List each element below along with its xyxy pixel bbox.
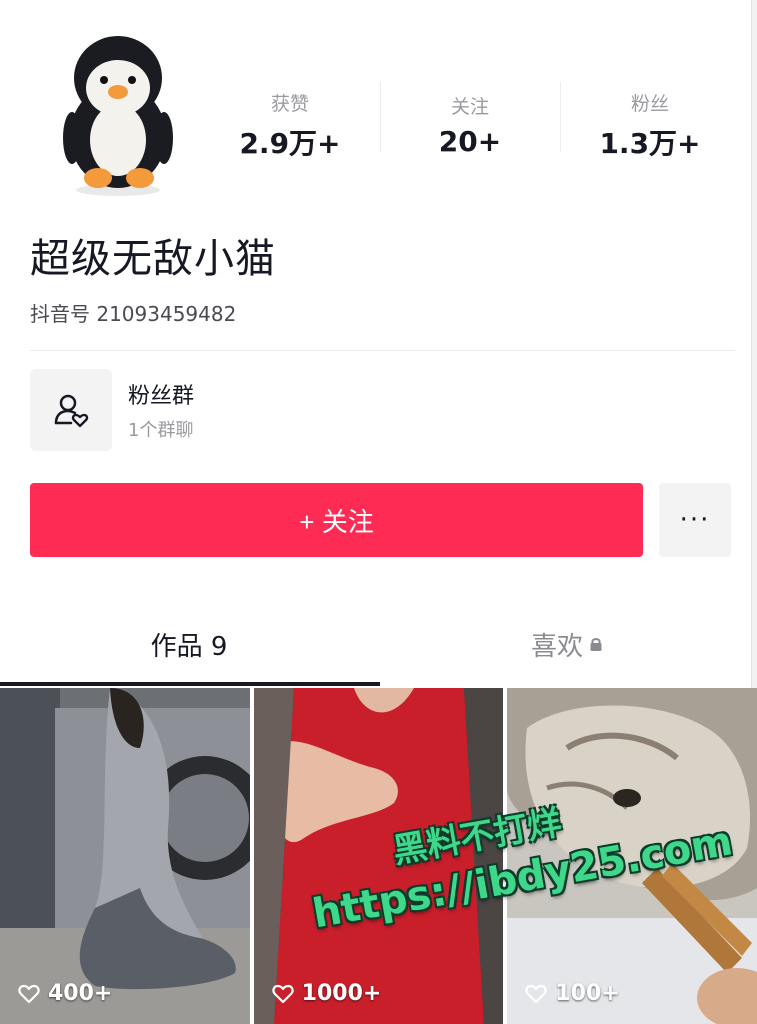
stat-value: 20+ (438, 125, 502, 158)
stat-value: 1.3万+ (599, 126, 701, 160)
stat-likes[interactable]: 获赞 2.9万+ (200, 80, 380, 170)
fan-group-entry[interactable]: 粉丝群 1个群聊 (30, 368, 430, 452)
avatar[interactable] (60, 28, 175, 198)
heart-icon (525, 984, 547, 1003)
video-thumbnail[interactable]: 1000+ (253, 688, 504, 1024)
penguin-avatar-image (63, 36, 173, 196)
tab-label: 喜欢 (530, 631, 583, 662)
fan-group-icon-box (30, 369, 112, 451)
like-count-text: 400+ (48, 981, 113, 1006)
profile-nickname: 超级无敌小猫 (30, 236, 276, 282)
follow-button[interactable]: + 关注 (30, 483, 643, 557)
video-thumbnail[interactable]: 100+ (507, 688, 757, 1024)
stat-label: 粉丝 (630, 92, 669, 115)
video-like-count: 100+ (525, 981, 620, 1006)
fan-group-icon (54, 394, 89, 428)
divider (30, 350, 735, 351)
video-thumbnail-image (0, 688, 250, 1024)
video-thumbnail-image (253, 688, 504, 1024)
stat-following[interactable]: 关注 20+ (380, 80, 560, 170)
more-options-button[interactable]: ··· (659, 483, 731, 557)
like-count-text: 1000+ (301, 981, 382, 1006)
stat-value: 2.9万+ (239, 126, 341, 160)
fan-group-title: 粉丝群 (128, 384, 195, 409)
profile-tabs: 作品 9 喜欢 (0, 600, 757, 688)
tab-works[interactable]: 作品 9 (0, 600, 378, 688)
video-like-count: 400+ (18, 981, 112, 1006)
heart-icon (18, 984, 40, 1003)
tab-likes[interactable]: 喜欢 (378, 600, 756, 688)
stat-label: 获赞 (270, 92, 309, 115)
heart-icon (272, 984, 294, 1003)
tab-label: 作品 9 (150, 631, 228, 662)
douyin-id: 抖音号 21093459482 (30, 302, 237, 326)
video-thumbnail-image (507, 688, 757, 1024)
stat-followers[interactable]: 粉丝 1.3万+ (560, 80, 740, 170)
video-thumbnail[interactable]: 400+ (0, 688, 250, 1024)
video-grid: 400+ 1000+ 100+ (0, 688, 757, 1024)
profile-stats: 获赞 2.9万+ 关注 20+ 粉丝 1.3万+ (200, 80, 740, 170)
active-tab-indicator (0, 682, 380, 686)
fan-group-subtitle: 1个群聊 (128, 420, 194, 441)
video-like-count: 1000+ (272, 981, 382, 1006)
stat-label: 关注 (450, 96, 489, 118)
lock-icon (590, 638, 602, 651)
like-count-text: 100+ (555, 981, 620, 1006)
